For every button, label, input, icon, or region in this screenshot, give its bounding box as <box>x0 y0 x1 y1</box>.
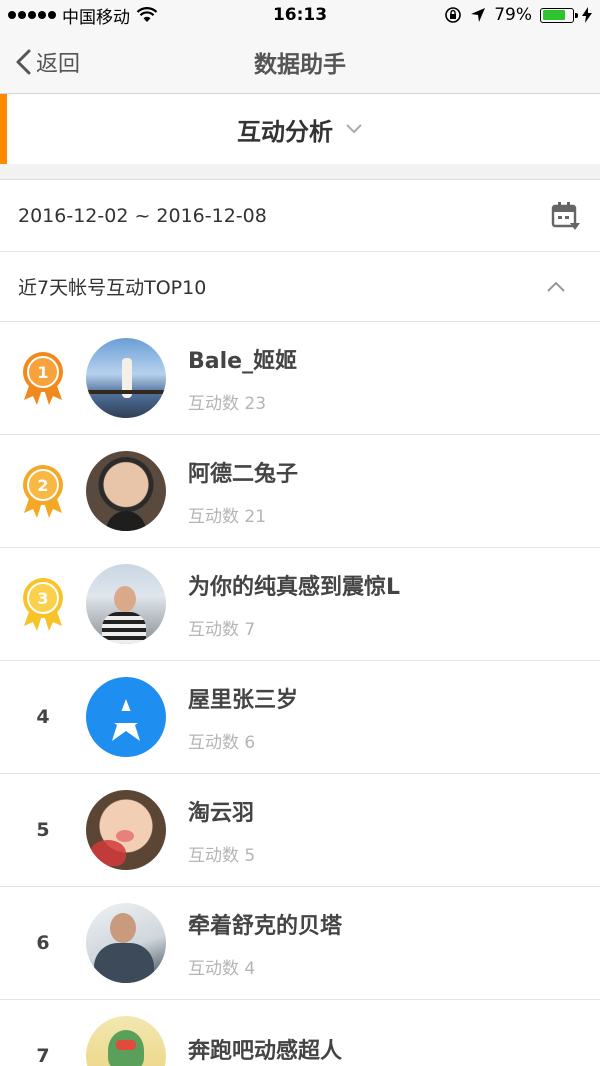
date-range-row[interactable]: 2016-12-02 ~ 2016-12-08 <box>0 180 600 252</box>
section-title: 近7天帐号互动TOP10 <box>18 277 207 299</box>
interaction-count: 互动数 23 <box>188 393 267 414</box>
user-name: 屋里张三岁 <box>188 687 299 713</box>
interaction-count: 互动数 5 <box>188 845 256 866</box>
bronze-medal-icon: 3 <box>23 578 63 631</box>
carrier-label: 中国移动 <box>62 7 130 28</box>
rank-number: 6 <box>36 932 50 954</box>
location-icon <box>471 8 486 22</box>
calendar-icon[interactable] <box>550 200 582 232</box>
list-item[interactable]: 6 牵着舒克的贝塔 互动数 4 <box>0 887 600 1000</box>
svg-text:3: 3 <box>37 589 48 608</box>
status-bar: 中国移动 16:13 79% <box>0 0 600 30</box>
date-range: 2016-12-02 ~ 2016-12-08 <box>18 204 267 227</box>
avatar[interactable] <box>86 677 166 757</box>
svg-text:1: 1 <box>37 363 48 382</box>
svg-text:2: 2 <box>37 476 48 495</box>
signal-icon <box>8 11 56 19</box>
rank-3: 3 <box>18 574 68 634</box>
analysis-type-selector[interactable]: 互动分析 <box>0 94 600 164</box>
battery-icon <box>540 7 578 23</box>
accent-bar <box>0 94 7 164</box>
interaction-count: 互动数 4 <box>188 958 256 979</box>
list-item[interactable]: 4 屋里张三岁 互动数 6 <box>0 661 600 774</box>
navigation-bar: 返回 数据助手 <box>0 30 600 94</box>
rank-2: 2 <box>18 461 68 521</box>
user-name: 牵着舒克的贝塔 <box>188 913 343 939</box>
gold-medal-icon: 1 <box>23 352 63 405</box>
chevron-up-icon[interactable] <box>546 281 566 293</box>
user-name: 奔跑吧动感超人 <box>188 1039 343 1064</box>
avatar[interactable] <box>86 338 166 418</box>
avatar[interactable] <box>86 564 166 644</box>
rank-number: 5 <box>36 819 50 841</box>
page-title: 数据助手 <box>254 51 346 78</box>
avatar[interactable] <box>86 451 166 531</box>
back-button[interactable]: 返回 <box>14 30 80 94</box>
analysis-type-label: 互动分析 <box>237 117 333 146</box>
chevron-left-icon <box>16 49 31 75</box>
user-name: Bale_姬姬 <box>188 348 298 374</box>
section-divider <box>0 164 600 180</box>
list-item[interactable]: 1 Bale_姬姬 互动数 23 <box>0 322 600 435</box>
battery-percent: 79% <box>494 5 532 25</box>
rank-number: 7 <box>36 1045 50 1066</box>
avatar[interactable] <box>86 1016 166 1066</box>
user-name: 阿德二兔子 <box>188 461 299 487</box>
avatar[interactable] <box>86 790 166 870</box>
list-item[interactable]: 5 淘云羽 互动数 5 <box>0 774 600 887</box>
avatar[interactable] <box>86 903 166 983</box>
interaction-count: 互动数 7 <box>188 619 256 640</box>
list-item[interactable]: 3 为你的纯真感到震惊L 互动数 7 <box>0 548 600 661</box>
interaction-count: 互动数 6 <box>188 732 256 753</box>
charging-icon <box>582 7 592 23</box>
user-name: 为你的纯真感到震惊L <box>188 574 401 600</box>
rank-number: 4 <box>36 706 50 728</box>
ranking-list: 1 Bale_姬姬 互动数 23 2 阿德二兔子 互动数 21 3 为你的纯真感… <box>0 322 600 1066</box>
user-name: 淘云羽 <box>188 800 255 826</box>
chevron-down-icon <box>346 124 362 134</box>
list-item[interactable]: 7 奔跑吧动感超人 <box>0 1000 600 1066</box>
list-item[interactable]: 2 阿德二兔子 互动数 21 <box>0 435 600 548</box>
rotation-lock-icon <box>445 7 462 23</box>
top10-section-header[interactable]: 近7天帐号互动TOP10 <box>0 252 600 322</box>
silver-medal-icon: 2 <box>23 465 63 518</box>
interaction-count: 互动数 21 <box>188 506 267 527</box>
back-label: 返回 <box>36 52 81 77</box>
rank-1: 1 <box>18 348 68 408</box>
wifi-icon <box>136 7 158 22</box>
